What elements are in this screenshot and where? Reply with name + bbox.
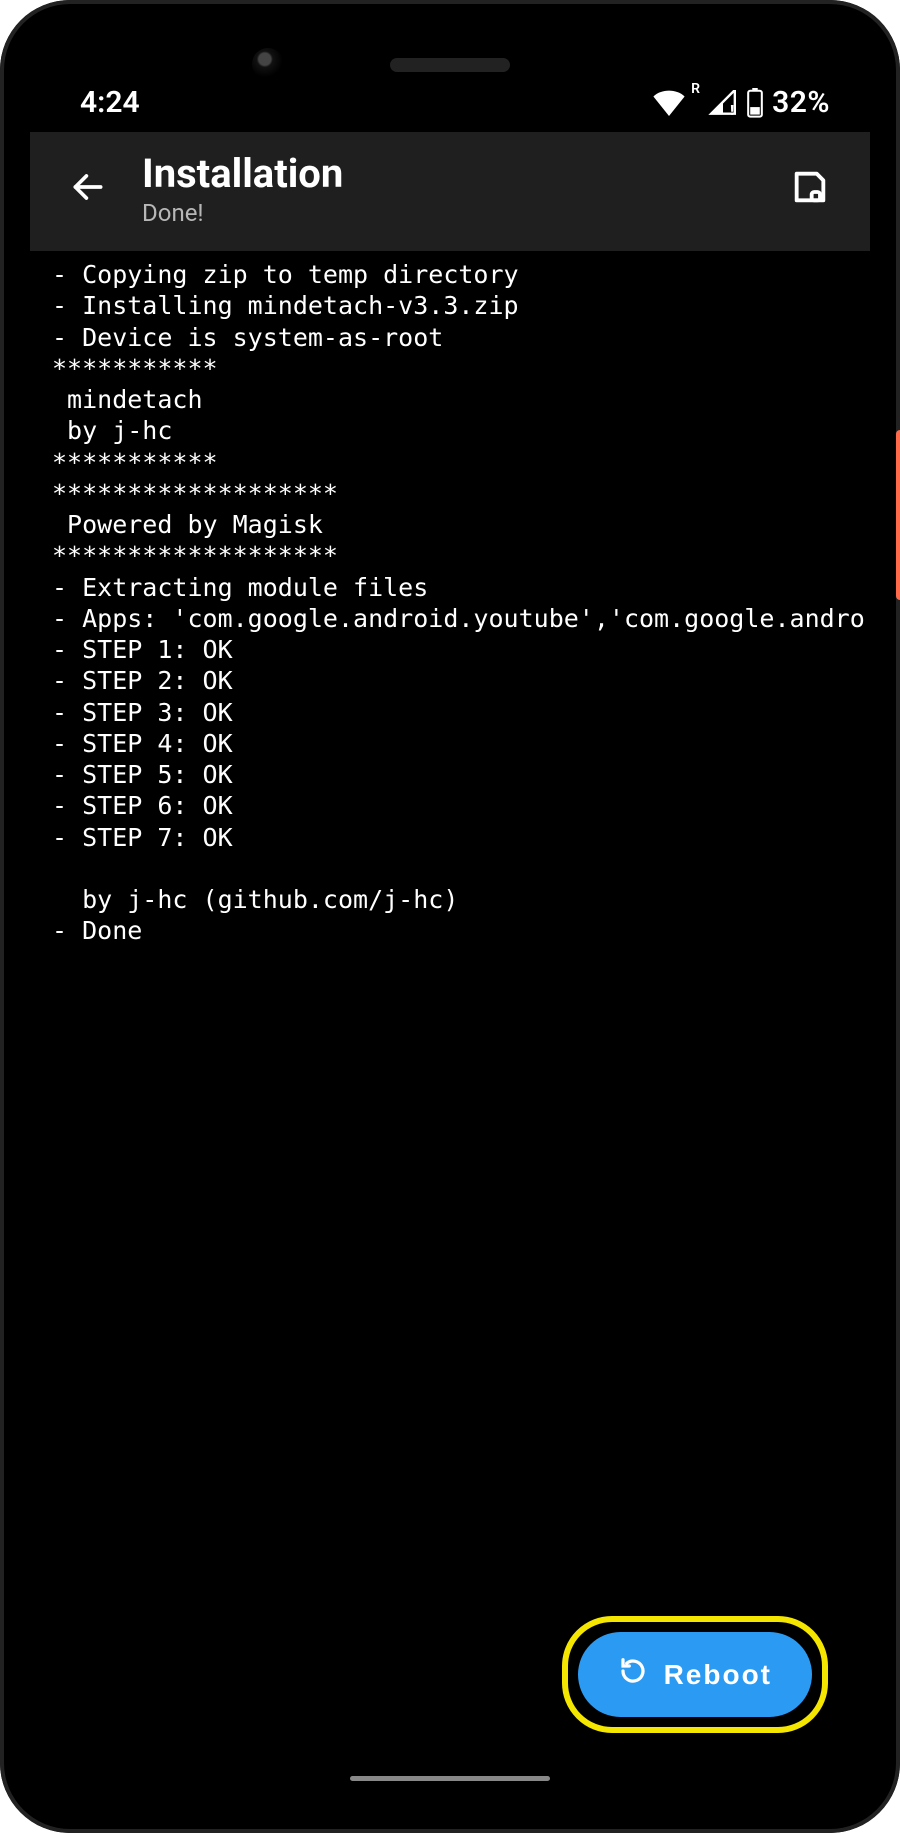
status-right-cluster: R ! 32% [653, 85, 830, 120]
save-log-button[interactable] [784, 163, 836, 215]
page-title: Installation [142, 150, 754, 197]
screen: 4:24 R ! [30, 30, 870, 1803]
signal-icon: ! [708, 90, 738, 116]
page-subtitle: Done! [142, 199, 754, 227]
status-bar: 4:24 R ! [30, 30, 870, 132]
reboot-highlight: Reboot [562, 1616, 828, 1733]
install-log[interactable]: - Copying zip to temp directory - Instal… [30, 251, 870, 955]
status-time: 4:24 [80, 85, 140, 120]
save-icon [790, 167, 830, 210]
app-bar: Installation Done! [30, 132, 870, 251]
wifi-icon [653, 90, 685, 116]
power-button [896, 430, 900, 600]
roaming-badge: R [691, 81, 700, 97]
speaker-slit [390, 58, 510, 72]
restart-icon [618, 1656, 648, 1693]
title-wrap: Installation Done! [142, 150, 754, 227]
battery-icon [746, 88, 764, 118]
svg-text:!: ! [730, 102, 734, 115]
arrow-back-icon [69, 168, 107, 209]
nav-indicator[interactable] [350, 1776, 550, 1781]
reboot-button[interactable]: Reboot [578, 1632, 812, 1717]
battery-percent: 32% [772, 85, 830, 120]
back-button[interactable] [64, 165, 112, 213]
phone-frame: 4:24 R ! [0, 0, 900, 1833]
camera-dot [252, 48, 284, 80]
reboot-label: Reboot [664, 1659, 772, 1691]
